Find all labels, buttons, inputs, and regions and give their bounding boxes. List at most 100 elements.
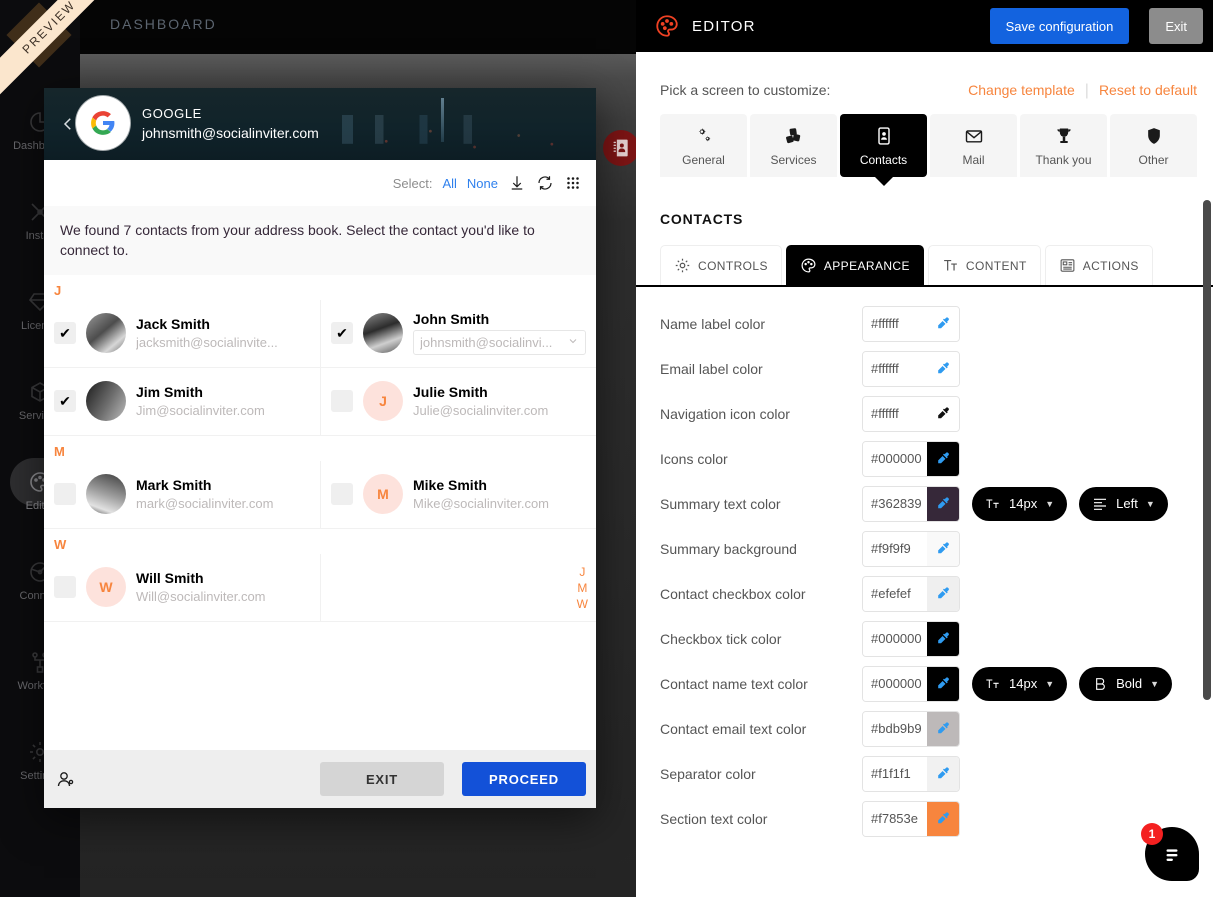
eyedropper-icon[interactable] bbox=[927, 801, 959, 836]
editor-scrollbar[interactable] bbox=[1203, 200, 1211, 700]
field-icons-color: Icons color bbox=[660, 436, 1189, 481]
screen-tab-thank-you[interactable]: Thank you bbox=[1020, 114, 1107, 177]
contact-checkbox[interactable]: ✔ bbox=[331, 322, 353, 345]
alpha-index-m[interactable]: M bbox=[577, 581, 587, 595]
field-label: Checkbox tick color bbox=[660, 630, 782, 647]
field-summary-background: Summary background bbox=[660, 526, 1189, 571]
color-value-input[interactable] bbox=[863, 351, 927, 386]
screen-tab-label: Thank you bbox=[1035, 153, 1092, 167]
color-value-input[interactable] bbox=[863, 396, 927, 431]
color-value-input[interactable] bbox=[863, 441, 927, 476]
contact-cell[interactable]: M Mike Smith Mike@socialinviter.com bbox=[320, 460, 596, 529]
contact-checkbox[interactable] bbox=[54, 576, 76, 599]
eyedropper-icon[interactable] bbox=[927, 486, 959, 521]
font-size-dropdown[interactable]: 14px ▼ bbox=[972, 666, 1068, 701]
contact-cell[interactable]: J Julie Smith Julie@socialinviter.com bbox=[320, 367, 596, 436]
contact-cell[interactable]: Mark Smith mark@socialinviter.com bbox=[44, 461, 320, 529]
color-control[interactable] bbox=[862, 395, 960, 432]
color-control[interactable] bbox=[862, 755, 960, 792]
contact-person-icon[interactable] bbox=[54, 767, 78, 791]
contact-cell[interactable]: ✔ Jim Smith Jim@socialinviter.com bbox=[44, 368, 320, 436]
contact-checkbox[interactable] bbox=[54, 483, 76, 506]
contact-checkbox[interactable]: ✔ bbox=[54, 322, 76, 345]
eyedropper-icon[interactable] bbox=[927, 576, 959, 611]
contact-cell[interactable]: W Will Smith Will@socialinviter.com bbox=[44, 554, 320, 622]
field-contact-checkbox-color: Contact checkbox color bbox=[660, 571, 1189, 616]
contact-checkbox[interactable] bbox=[331, 483, 353, 506]
color-control[interactable] bbox=[862, 350, 960, 387]
alpha-index-w[interactable]: W bbox=[577, 597, 588, 611]
editor-exit-button[interactable]: Exit bbox=[1149, 8, 1203, 44]
tab-appearance[interactable]: APPEARANCE bbox=[785, 245, 924, 285]
refresh-icon[interactable] bbox=[536, 174, 554, 192]
tab-actions[interactable]: ACTIONS bbox=[1044, 245, 1153, 285]
color-control[interactable] bbox=[862, 305, 960, 342]
save-configuration-button[interactable]: Save configuration bbox=[989, 8, 1130, 44]
screen-tab-services[interactable]: Services bbox=[750, 114, 837, 177]
reset-to-default-link[interactable]: Reset to default bbox=[1099, 82, 1197, 98]
color-value-input[interactable] bbox=[863, 666, 927, 701]
proceed-button[interactable]: PROCEED bbox=[462, 762, 586, 796]
color-value-input[interactable] bbox=[863, 486, 927, 521]
eyedropper-icon[interactable] bbox=[927, 756, 959, 791]
color-value-input[interactable] bbox=[863, 801, 927, 836]
eyedropper-icon[interactable] bbox=[927, 711, 959, 746]
select-all-link[interactable]: All bbox=[442, 176, 456, 191]
color-value-input[interactable] bbox=[863, 756, 927, 791]
eyedropper-icon[interactable] bbox=[927, 351, 959, 386]
chat-widget-button[interactable]: 1 bbox=[1141, 823, 1199, 881]
alphabet-index[interactable]: J M W bbox=[577, 565, 588, 611]
eyedropper-icon[interactable] bbox=[927, 666, 959, 701]
alpha-index-j[interactable]: J bbox=[579, 565, 585, 579]
change-template-link[interactable]: Change template bbox=[968, 82, 1075, 98]
alignment-dropdown[interactable]: Left ▼ bbox=[1079, 486, 1168, 521]
contact-checkbox[interactable]: ✔ bbox=[54, 390, 76, 413]
field-name-label-color: Name label color bbox=[660, 301, 1189, 346]
color-value-input[interactable] bbox=[863, 531, 927, 566]
color-value-input[interactable] bbox=[863, 711, 927, 746]
page-title: CONTACTS bbox=[660, 211, 744, 227]
eyedropper-icon[interactable] bbox=[927, 531, 959, 566]
field-label: Contact email text color bbox=[660, 720, 807, 737]
exit-button[interactable]: EXIT bbox=[320, 762, 444, 796]
grid-icon[interactable] bbox=[564, 174, 582, 192]
color-control[interactable] bbox=[862, 440, 960, 477]
color-value-input[interactable] bbox=[863, 621, 927, 656]
select-none-link[interactable]: None bbox=[467, 176, 498, 191]
color-control[interactable] bbox=[862, 620, 960, 657]
eyedropper-icon[interactable] bbox=[927, 621, 959, 656]
screen-tab-contacts[interactable]: Contacts bbox=[840, 114, 927, 177]
eyedropper-icon[interactable] bbox=[927, 306, 959, 341]
color-control[interactable] bbox=[862, 485, 960, 522]
color-control[interactable] bbox=[862, 530, 960, 567]
screen-tab-general[interactable]: General bbox=[660, 114, 747, 177]
chat-unread-badge: 1 bbox=[1141, 823, 1163, 845]
color-value-input[interactable] bbox=[863, 306, 927, 341]
contact-checkbox[interactable] bbox=[331, 390, 353, 413]
color-control[interactable] bbox=[862, 665, 960, 702]
tab-content[interactable]: CONTENT bbox=[927, 245, 1041, 285]
field-label: Contact name text color bbox=[660, 675, 808, 692]
contact-email-select[interactable]: johnsmith@socialinvi... bbox=[413, 330, 586, 356]
font-weight-dropdown[interactable]: Bold ▼ bbox=[1079, 666, 1173, 701]
contact-cell[interactable]: ✔ Jack Smith jacksmith@socialinvite... bbox=[44, 300, 320, 368]
screen-tab-other[interactable]: Other bbox=[1110, 114, 1197, 177]
font-size-dropdown[interactable]: 14px ▼ bbox=[972, 486, 1068, 521]
color-control[interactable] bbox=[862, 575, 960, 612]
contacts-list[interactable]: J M W J ✔ Jack Smith jacksmith@socialinv… bbox=[44, 274, 596, 750]
gears-icon bbox=[662, 126, 745, 148]
color-control[interactable] bbox=[862, 800, 960, 837]
color-control[interactable] bbox=[862, 710, 960, 747]
section-header-w: W bbox=[54, 536, 67, 552]
eyedropper-icon[interactable] bbox=[927, 441, 959, 476]
tab-controls[interactable]: CONTROLS bbox=[660, 245, 782, 285]
avatar bbox=[363, 313, 403, 354]
contact-email: mark@socialinviter.com bbox=[136, 496, 274, 512]
eyedropper-icon[interactable] bbox=[927, 396, 959, 431]
color-value-input[interactable] bbox=[863, 576, 927, 611]
contact-cell[interactable]: ✔ John Smith johnsmith@socialinvi... bbox=[320, 299, 596, 368]
contact-card-icon bbox=[842, 126, 925, 148]
screen-tab-mail[interactable]: Mail bbox=[930, 114, 1017, 177]
alignment-value: Left bbox=[1116, 496, 1138, 511]
download-icon[interactable] bbox=[508, 174, 526, 192]
